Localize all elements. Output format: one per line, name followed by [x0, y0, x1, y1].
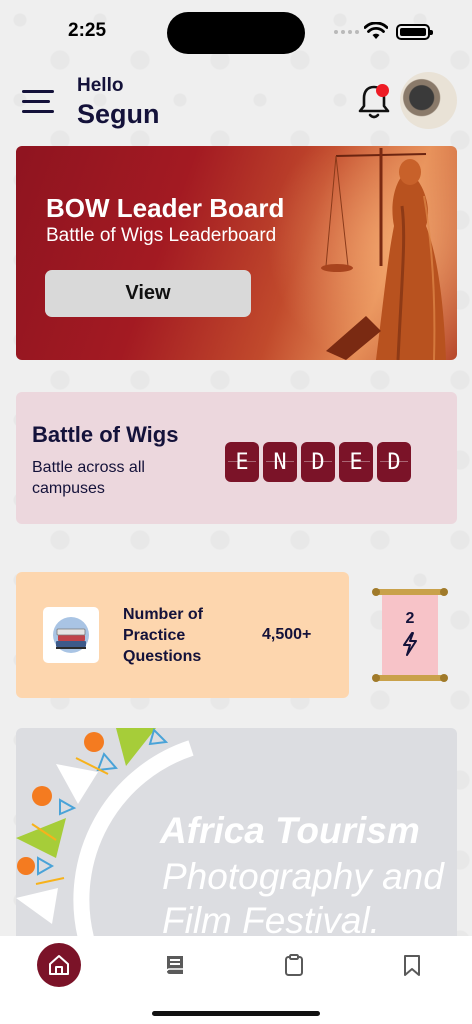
battle-of-wigs-card[interactable]: Battle of Wigs Battle across all campuse… — [16, 392, 457, 524]
promo-title: Africa Tourism — [160, 810, 420, 851]
status-bar: 2:25 — [0, 0, 472, 64]
lightning-bolt-icon — [403, 632, 417, 656]
practice-questions-label: Number of Practice Questions — [123, 606, 203, 665]
nav-tasks[interactable] — [271, 942, 317, 988]
header: Hello Segun — [0, 64, 472, 140]
status-tile: D — [377, 442, 411, 482]
book-icon — [166, 956, 183, 974]
status-tile: N — [263, 442, 297, 482]
bookmark-icon — [404, 955, 420, 976]
status-tile: E — [225, 442, 259, 482]
leaderboard-title: BOW Leader Board — [46, 193, 285, 223]
status-tile: E — [339, 442, 373, 482]
practice-questions-count: 4,500+ — [262, 626, 312, 643]
practice-questions-card[interactable]: Number of Practice Questions 4,500+ — [16, 572, 349, 698]
clipboard-icon — [285, 954, 303, 976]
view-leaderboard-button[interactable]: View — [45, 270, 251, 317]
lady-justice-statue-image — [321, 148, 446, 360]
dynamic-island — [167, 12, 305, 54]
nav-home[interactable] — [37, 943, 81, 987]
promo-subtitle-line2: Film Festival. — [162, 900, 380, 938]
user-name: Segun — [77, 99, 160, 129]
books-icon — [43, 607, 99, 663]
status-time: 2:25 — [68, 20, 107, 41]
promo-subtitle-line1: Photography and — [162, 856, 444, 897]
nav-saved[interactable] — [389, 942, 435, 988]
battle-status-ended: E N D E D — [225, 442, 411, 482]
notification-badge — [376, 84, 389, 97]
nav-library[interactable] — [153, 942, 199, 988]
avatar[interactable] — [400, 72, 457, 129]
home-indicator — [152, 1011, 320, 1016]
hamburger-menu-icon[interactable] — [22, 88, 54, 116]
home-icon — [49, 955, 69, 975]
battery-icon — [396, 24, 433, 40]
battle-of-wigs-description: Battle across all campuses — [32, 459, 145, 497]
promo-banner[interactable]: Africa Tourism Photography and Film Fest… — [16, 728, 457, 938]
status-tile: D — [301, 442, 335, 482]
cellular-signal-icon — [334, 30, 359, 34]
leaderboard-subtitle: Battle of Wigs Leaderboard — [46, 225, 277, 246]
greeting-text: Hello — [77, 75, 124, 96]
streak-count: 2 — [405, 610, 415, 627]
battle-of-wigs-title: Battle of Wigs — [32, 422, 179, 447]
wifi-icon — [364, 22, 388, 39]
leaderboard-banner[interactable]: BOW Leader Board Battle of Wigs Leaderbo… — [16, 146, 457, 360]
